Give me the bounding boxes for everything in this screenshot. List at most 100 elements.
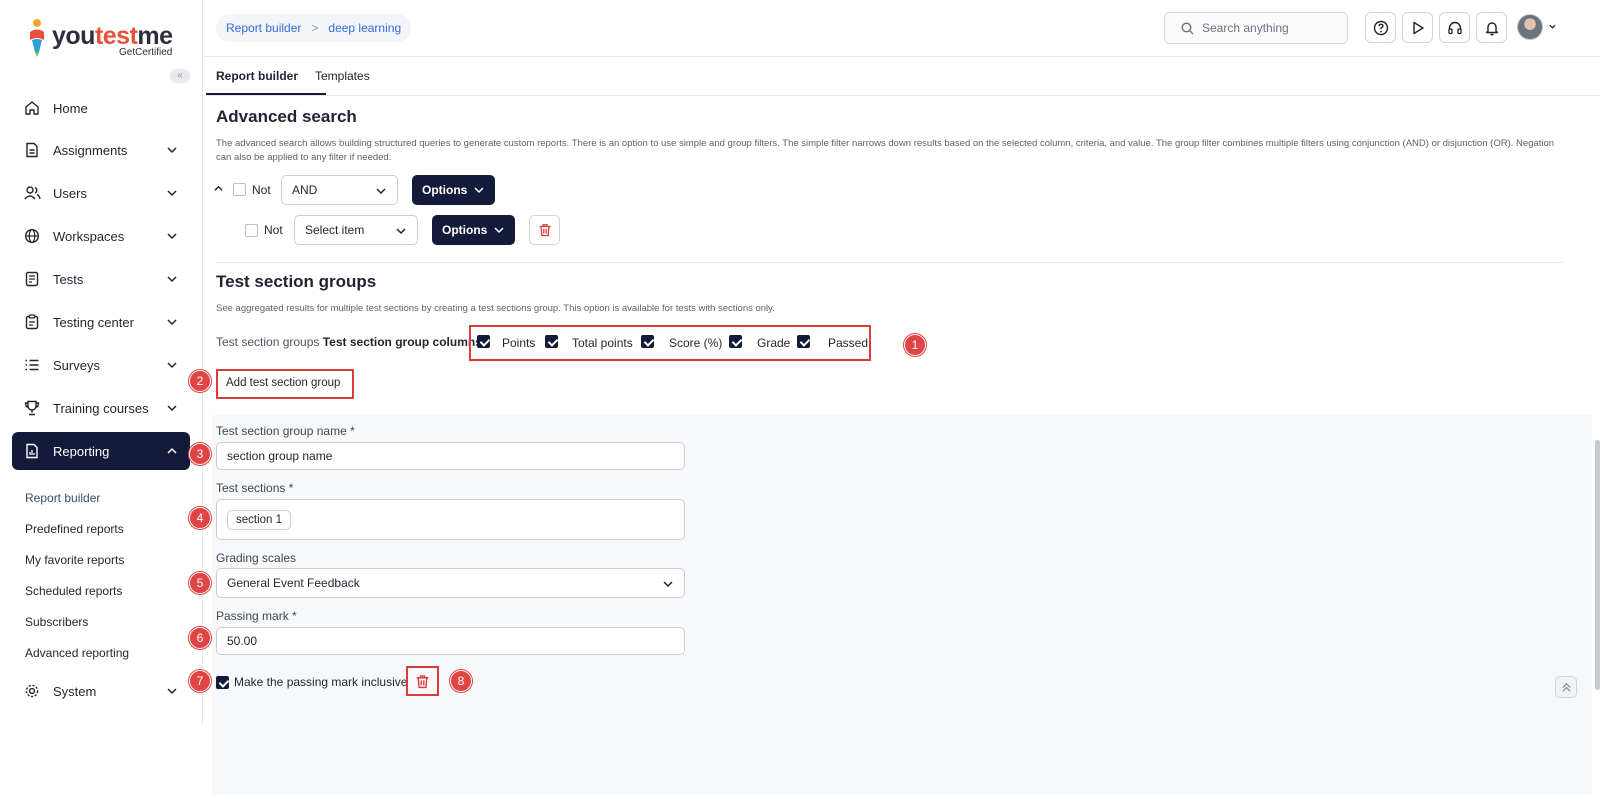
required-mark: * xyxy=(292,609,297,623)
logo-text-you: you xyxy=(52,22,95,50)
breadcrumb: Report builder > deep learning xyxy=(216,14,412,42)
highlight-box-columns xyxy=(469,325,871,361)
chevron-down-icon[interactable] xyxy=(1548,22,1557,31)
sidebar-subitem-my-favorite-reports[interactable]: My favorite reports xyxy=(25,553,124,567)
gear-icon xyxy=(23,682,41,700)
section-divider xyxy=(216,262,1564,263)
chevron-down-icon xyxy=(167,190,177,197)
sidebar-item-testing-center[interactable]: Testing center xyxy=(12,303,190,341)
sidebar-item-label: Training courses xyxy=(53,400,149,416)
delete-test-section-group-button[interactable] xyxy=(411,671,434,691)
test-icon xyxy=(23,270,41,288)
test-sections-multiselect[interactable]: section 1 xyxy=(216,499,685,540)
sidebar-item-label: System xyxy=(53,683,97,699)
sidebar-item-home[interactable]: Home xyxy=(12,89,190,127)
report-icon xyxy=(23,442,41,460)
group-operator-select[interactable]: AND xyxy=(281,175,398,205)
passing-mark-value: 50.00 xyxy=(227,634,258,648)
trophy-icon xyxy=(23,399,41,417)
sidebar-subitem-report-builder[interactable]: Report builder xyxy=(25,491,100,505)
sidebar-subitem-predefined-reports[interactable]: Predefined reports xyxy=(25,522,124,536)
support-button[interactable] xyxy=(1439,12,1470,43)
filter-column-select[interactable]: Select item xyxy=(294,215,418,245)
test-section-group-form xyxy=(212,415,1592,795)
grading-scale-select[interactable]: General Event Feedback xyxy=(216,568,685,598)
sidebar-item-reporting[interactable]: Reporting xyxy=(12,432,190,470)
sidebar-item-assignments[interactable]: Assignments xyxy=(12,131,190,169)
page-scrollbar[interactable] xyxy=(1595,440,1600,690)
chevron-down-icon xyxy=(494,227,504,234)
sidebar: youtestme GetCertified « Home Assignment… xyxy=(0,0,203,724)
help-button[interactable] xyxy=(1365,12,1396,43)
passing-mark-label: Passing mark * xyxy=(216,609,297,623)
chevron-down-icon xyxy=(167,688,177,695)
users-icon xyxy=(23,184,41,202)
breadcrumb-deep-learning[interactable]: deep learning xyxy=(328,21,401,35)
sidebar-item-label: Tests xyxy=(53,271,84,287)
bell-icon xyxy=(1485,21,1498,35)
collapse-sidebar-button[interactable]: « xyxy=(170,69,190,83)
chevron-down-icon xyxy=(167,233,177,240)
logo[interactable]: youtestme GetCertified xyxy=(26,16,186,60)
sidebar-item-label: Surveys xyxy=(53,357,100,373)
sidebar-subitem-scheduled-reports[interactable]: Scheduled reports xyxy=(25,584,122,598)
chevron-down-icon xyxy=(376,188,386,195)
delete-filter-button[interactable] xyxy=(529,215,560,245)
scroll-to-top-button[interactable] xyxy=(1555,676,1577,698)
passing-mark-input[interactable]: 50.00 xyxy=(216,627,685,655)
tab-report-builder[interactable]: Report builder xyxy=(216,69,298,83)
chevron-down-icon xyxy=(396,228,406,235)
collapse-group-chevron-icon[interactable] xyxy=(213,183,224,194)
sidebar-item-workspaces[interactable]: Workspaces xyxy=(12,217,190,255)
section-chip[interactable]: section 1 xyxy=(227,509,292,530)
step-marker-8: 8 xyxy=(450,670,472,692)
search-icon xyxy=(1181,21,1194,34)
group-options-button[interactable]: Options xyxy=(412,175,495,205)
sidebar-item-users[interactable]: Users xyxy=(12,174,190,212)
user-avatar[interactable] xyxy=(1517,14,1543,40)
chevron-down-icon xyxy=(167,362,177,369)
group-operator-value: AND xyxy=(292,183,318,197)
help-icon xyxy=(1373,20,1388,35)
filter-options-button[interactable]: Options xyxy=(432,215,515,245)
group-not-label: Not xyxy=(252,183,271,197)
filter-not-checkbox[interactable] xyxy=(245,224,258,237)
breadcrumb-separator: > xyxy=(311,21,319,35)
notifications-button[interactable] xyxy=(1476,12,1507,43)
logo-mark-icon xyxy=(30,19,44,57)
advanced-search-title: Advanced search xyxy=(216,107,357,126)
main-content: Advanced search The advanced search allo… xyxy=(189,97,1600,795)
sidebar-subitem-advanced-reporting[interactable]: Advanced reporting xyxy=(25,646,129,660)
sidebar-item-label: Reporting xyxy=(53,443,110,459)
group-name-label: Test section group name * xyxy=(216,424,355,438)
tab-bar: Report builder Templates xyxy=(204,58,1600,96)
logo-text-me: me xyxy=(137,22,173,50)
chevron-down-icon xyxy=(167,405,177,412)
logo-text-test: test xyxy=(94,22,138,50)
breadcrumb-report-builder[interactable]: Report builder xyxy=(226,21,301,35)
sidebar-item-tests[interactable]: Tests xyxy=(12,260,190,298)
grading-scales-label: Grading scales xyxy=(216,551,297,565)
top-header: Report builder > deep learning Search an… xyxy=(204,0,1600,57)
passing-mark-label-text: Passing mark xyxy=(216,609,289,623)
sidebar-item-training-courses[interactable]: Training courses xyxy=(12,389,190,427)
group-not-checkbox[interactable] xyxy=(233,183,246,196)
sidebar-item-system[interactable]: System xyxy=(12,672,190,710)
active-tab-indicator xyxy=(206,93,326,95)
advanced-search-description: The advanced search allows building stru… xyxy=(216,138,1555,163)
search-input[interactable]: Search anything xyxy=(1164,12,1348,44)
columns-label: Test section group columns xyxy=(322,335,482,349)
sidebar-item-surveys[interactable]: Surveys xyxy=(12,346,190,384)
sidebar-subitem-subscribers[interactable]: Subscribers xyxy=(25,615,88,629)
inclusive-passing-mark-checkbox[interactable] xyxy=(216,676,229,689)
tab-templates[interactable]: Templates xyxy=(315,69,370,83)
search-placeholder: Search anything xyxy=(1202,21,1289,35)
home-icon xyxy=(23,99,41,117)
chevron-down-icon xyxy=(474,187,484,194)
play-tutorial-button[interactable] xyxy=(1402,12,1433,43)
filter-not-label: Not xyxy=(264,223,283,237)
group-name-input[interactable]: section group name xyxy=(216,442,685,470)
trash-icon xyxy=(416,674,429,688)
add-test-section-group-button[interactable]: Add test section group xyxy=(226,377,340,389)
play-icon xyxy=(1412,21,1424,34)
